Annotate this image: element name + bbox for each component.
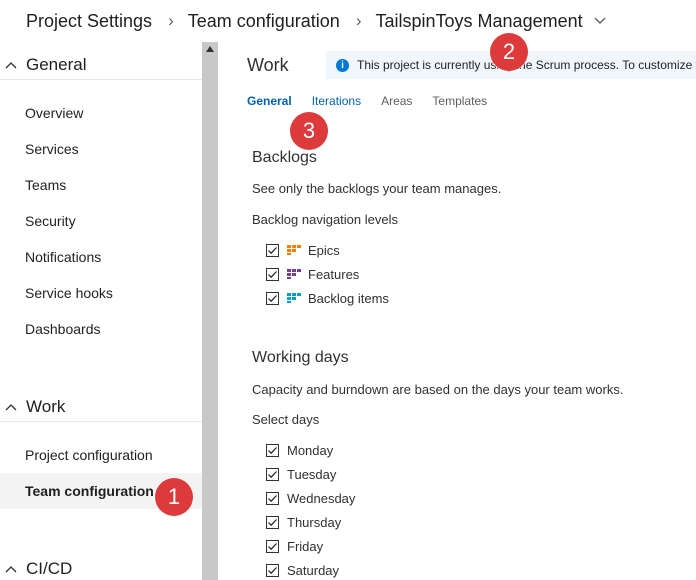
callout-marker-2: 2 (490, 33, 528, 71)
breadcrumb-team-configuration[interactable]: Team configuration (188, 11, 340, 32)
checkbox-features[interactable] (266, 267, 279, 281)
backlog-levels-label: Backlog navigation levels (252, 212, 398, 227)
day-label: Friday (287, 538, 324, 554)
day-label: Monday (287, 442, 334, 458)
day-thursday[interactable]: Thursday (266, 512, 341, 532)
checkbox-wednesday[interactable] (266, 491, 279, 505)
backlogs-heading: Backlogs (252, 149, 317, 166)
sidebar-item-security[interactable]: Security (0, 203, 202, 239)
sidebar-item-project-configuration[interactable]: Project configuration (0, 437, 202, 473)
checkbox-monday[interactable] (266, 443, 279, 457)
backlog-item-icon (287, 293, 301, 303)
checkbox-saturday[interactable] (266, 563, 279, 577)
level-label: Features (308, 266, 360, 282)
chevron-up-icon (5, 566, 17, 573)
backlog-level-backlog-items[interactable]: Backlog items (266, 288, 389, 308)
sidebar-item-notifications[interactable]: Notifications (0, 239, 202, 275)
nav-group-cicd[interactable]: CI/CD (0, 557, 202, 580)
level-label: Backlog items (308, 290, 389, 306)
checkbox-tuesday[interactable] (266, 467, 279, 481)
backlog-level-features[interactable]: Features (266, 264, 359, 284)
working-days-description: Capacity and burndown are based on the d… (252, 382, 624, 397)
sidebar-item-teams[interactable]: Teams (0, 167, 202, 203)
sidebar-item-services[interactable]: Services (0, 131, 202, 167)
day-label: Saturday (287, 562, 340, 578)
day-friday[interactable]: Friday (266, 536, 323, 556)
scroll-up-icon[interactable] (205, 44, 215, 54)
day-tuesday[interactable]: Tuesday (266, 464, 336, 484)
breadcrumb-project-settings[interactable]: Project Settings (26, 11, 152, 32)
chevron-down-icon[interactable] (593, 14, 607, 28)
checkbox-epics[interactable] (266, 243, 279, 257)
working-days-heading: Working days (252, 349, 349, 366)
chevron-right-icon: › (355, 11, 362, 30)
info-text: This project is currently using the Scru… (357, 58, 696, 72)
epic-icon (287, 245, 301, 255)
feature-icon (287, 269, 301, 279)
sidebar-item-dashboards[interactable]: Dashboards (0, 311, 202, 347)
chevron-up-icon (5, 62, 17, 69)
day-saturday[interactable]: Saturday (266, 560, 339, 580)
divider (0, 79, 202, 80)
divider (0, 421, 202, 422)
checkbox-backlog-items[interactable] (266, 291, 279, 305)
breadcrumb: Project Settings › Team configuration › … (0, 0, 696, 42)
nav-group-general[interactable]: General (0, 53, 202, 77)
callout-marker-1: 1 (155, 478, 193, 516)
tab-areas[interactable]: Areas (381, 94, 412, 108)
day-label: Tuesday (287, 466, 337, 482)
checkbox-thursday[interactable] (266, 515, 279, 529)
tab-templates[interactable]: Templates (432, 94, 487, 108)
nav-group-label: Work (26, 397, 66, 416)
day-label: Wednesday (287, 490, 356, 506)
backlogs-description: See only the backlogs your team manages. (252, 181, 502, 196)
nav-group-label: CI/CD (26, 559, 73, 578)
checkbox-friday[interactable] (266, 539, 279, 553)
info-icon: i (336, 58, 349, 72)
chevron-right-icon: › (168, 11, 174, 30)
tab-iterations[interactable]: Iterations (312, 94, 361, 108)
select-days-label: Select days (252, 412, 320, 427)
day-wednesday[interactable]: Wednesday (266, 488, 355, 508)
sidebar-scrollbar[interactable] (202, 42, 218, 580)
tab-bar: General Iterations Areas Templates (247, 94, 507, 108)
day-monday[interactable]: Monday (266, 440, 333, 460)
day-label: Thursday (287, 514, 342, 530)
nav-group-label: General (26, 55, 87, 74)
breadcrumb-team-name[interactable]: TailspinToys Management (376, 11, 583, 32)
nav-group-work[interactable]: Work (0, 395, 202, 419)
tab-general[interactable]: General (247, 94, 292, 108)
chevron-up-icon (5, 404, 17, 411)
sidebar-item-service-hooks[interactable]: Service hooks (0, 275, 202, 311)
main-content: Work i This project is currently using t… (218, 42, 696, 580)
callout-marker-3: 3 (290, 112, 328, 150)
page-title: Work (247, 55, 289, 75)
backlog-level-epics[interactable]: Epics (266, 240, 340, 260)
level-label: Epics (308, 242, 340, 258)
sidebar-item-overview[interactable]: Overview (0, 95, 202, 131)
